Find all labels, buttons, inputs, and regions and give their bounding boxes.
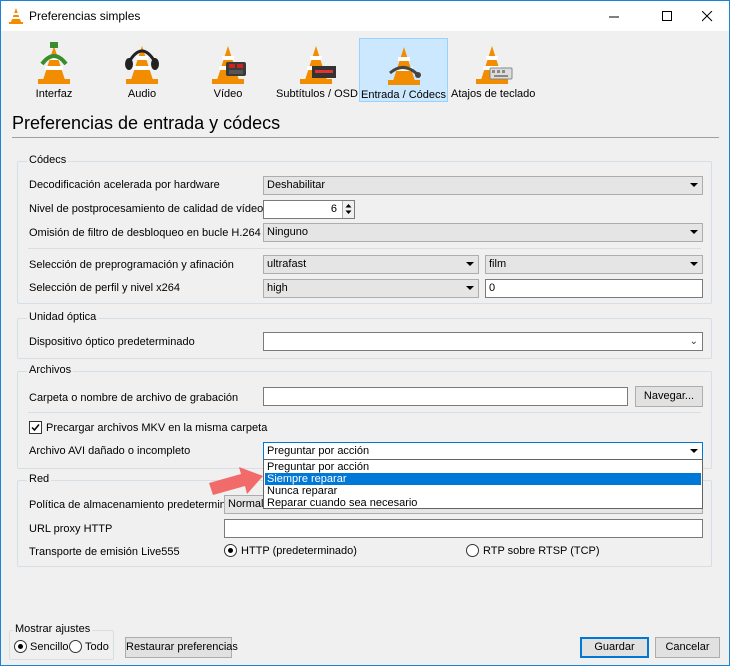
mkv-preload-label: Precargar archivos MKV en la misma carpe… bbox=[46, 422, 268, 434]
live555-label: Transporte de emisión Live555 bbox=[29, 546, 180, 558]
tab-audio[interactable]: Audio bbox=[105, 38, 179, 102]
tab-subtitles-osd[interactable]: Subtítulos / OSD bbox=[276, 38, 358, 102]
rtsp-transport-label: RTP sobre RTSP (TCP) bbox=[483, 545, 600, 557]
simple-mode-radio[interactable] bbox=[14, 640, 27, 653]
all-mode-radio[interactable] bbox=[69, 640, 82, 653]
hotkeys-cone-icon bbox=[476, 46, 513, 84]
option-always-repair[interactable]: Siempre reparar bbox=[265, 473, 701, 485]
mkv-preload-checkbox[interactable] bbox=[29, 421, 42, 434]
show-settings-group: Mostrar ajustes Sencillo Todo bbox=[9, 623, 114, 660]
http-proxy-label: URL proxy HTTP bbox=[29, 523, 113, 535]
dropdown-arrow-icon bbox=[690, 183, 698, 187]
spin-arrows-icon[interactable] bbox=[342, 201, 354, 218]
files-separator bbox=[28, 412, 701, 413]
codecs-group: Códecs Decodificación acelerada por hard… bbox=[17, 154, 712, 304]
profile-select[interactable]: high bbox=[263, 279, 479, 298]
loop-filter-value: Ninguno bbox=[267, 226, 308, 238]
codecs-separator bbox=[28, 248, 701, 249]
video-cone-icon bbox=[212, 46, 246, 84]
profile-label: Selección de perfil y nivel x264 bbox=[29, 282, 181, 294]
codecs-group-title: Códecs bbox=[27, 154, 69, 166]
option-never-repair[interactable]: Nunca reparar bbox=[265, 485, 701, 497]
tab-hotkeys-label: Atajos de teclado bbox=[451, 88, 536, 100]
title-bar[interactable]: Preferencias simples bbox=[1, 1, 729, 31]
optical-group-title: Unidad óptica bbox=[27, 311, 99, 323]
avi-repair-dropdown-list[interactable]: Preguntar por acción Siempre reparar Nun… bbox=[263, 459, 703, 509]
postproc-label: Nivel de postprocesamiento de calidad de… bbox=[29, 203, 264, 215]
tab-interface-label: Interfaz bbox=[35, 88, 73, 100]
rtsp-transport-radio[interactable] bbox=[466, 544, 479, 557]
level-input[interactable]: 0 bbox=[485, 279, 703, 298]
checkmark-icon bbox=[31, 424, 40, 432]
tab-input-codecs-label: Entrada / Códecs bbox=[361, 89, 446, 101]
option-ask[interactable]: Preguntar por acción bbox=[265, 461, 701, 473]
dropdown-arrow-icon bbox=[466, 286, 474, 290]
tab-hotkeys[interactable]: Atajos de teclado bbox=[451, 38, 536, 102]
show-settings-title: Mostrar ajustes bbox=[13, 623, 93, 635]
page-title: Preferencias de entrada y códecs bbox=[12, 113, 281, 133]
files-group: Archivos Carpeta o nombre de archivo de … bbox=[17, 364, 712, 469]
optical-device-select[interactable]: ⌄ bbox=[263, 332, 703, 351]
tune-value: film bbox=[489, 258, 507, 270]
chevron-down-icon: ⌄ bbox=[689, 336, 698, 347]
vlc-app-icon bbox=[9, 8, 23, 24]
tab-input-codecs[interactable]: Entrada / Códecs bbox=[359, 38, 448, 102]
avi-repair-label: Archivo AVI dañado o incompleto bbox=[29, 445, 191, 457]
files-group-title: Archivos bbox=[27, 364, 74, 376]
optical-group: Unidad óptica Dispositivo óptico predete… bbox=[17, 311, 712, 359]
tab-subtitles-osd-label: Subtítulos / OSD bbox=[276, 88, 358, 100]
record-folder-label: Carpeta o nombre de archivo de grabación bbox=[29, 392, 239, 404]
loop-filter-label: Omisión de filtro de desbloqueo en bucle… bbox=[29, 227, 261, 239]
subtitles-cone-icon bbox=[300, 46, 336, 84]
browse-button[interactable]: Navegar... bbox=[635, 386, 703, 407]
preferences-window: Preferencias simples Interfaz Audio Víde… bbox=[0, 0, 730, 666]
close-button[interactable] bbox=[684, 1, 730, 31]
option-repair-when-needed[interactable]: Reparar cuando sea necesario bbox=[265, 497, 701, 509]
postproc-spinbox[interactable]: 6 bbox=[263, 200, 355, 219]
minimize-button[interactable] bbox=[591, 1, 637, 31]
http-proxy-input[interactable] bbox=[224, 519, 703, 538]
loop-filter-select[interactable]: Ninguno bbox=[263, 223, 703, 242]
record-folder-input[interactable] bbox=[263, 387, 628, 406]
postproc-value: 6 bbox=[330, 203, 337, 215]
dropdown-arrow-icon bbox=[690, 449, 698, 453]
level-value: 0 bbox=[489, 282, 496, 294]
network-group-title: Red bbox=[27, 473, 52, 485]
title-divider bbox=[12, 137, 719, 138]
hw-decoding-value: Deshabilitar bbox=[267, 179, 326, 191]
simple-mode-label: Sencillo bbox=[30, 641, 69, 653]
dropdown-arrow-icon bbox=[690, 230, 698, 234]
audio-cone-headphones-icon bbox=[125, 46, 159, 84]
dropdown-arrow-icon bbox=[690, 262, 698, 266]
tab-interface[interactable]: Interfaz bbox=[17, 38, 91, 102]
save-button[interactable]: Guardar bbox=[580, 637, 649, 658]
close-icon bbox=[701, 10, 712, 21]
hw-decoding-label: Decodificación acelerada por hardware bbox=[29, 179, 220, 191]
cancel-button[interactable]: Cancelar bbox=[655, 637, 720, 658]
maximize-icon bbox=[661, 10, 672, 21]
hw-decoding-select[interactable]: Deshabilitar bbox=[263, 176, 703, 195]
spin-up-down-icon bbox=[345, 204, 352, 214]
preset-value: ultrafast bbox=[267, 258, 307, 270]
dropdown-arrow-icon bbox=[466, 262, 474, 266]
preset-label: Selección de preprogramación y afinación bbox=[29, 259, 234, 271]
tab-video[interactable]: Vídeo bbox=[191, 38, 265, 102]
interface-cone-icon bbox=[38, 42, 70, 84]
avi-repair-value: Preguntar por acción bbox=[267, 445, 370, 457]
tab-video-label: Vídeo bbox=[213, 88, 243, 100]
reset-preferences-button[interactable]: Restaurar preferencias bbox=[125, 637, 238, 658]
all-mode-label: Todo bbox=[85, 641, 109, 653]
preset-select[interactable]: ultrafast bbox=[263, 255, 479, 274]
http-transport-label: HTTP (predeterminado) bbox=[241, 545, 357, 557]
window-title: Preferencias simples bbox=[29, 9, 141, 23]
http-transport-radio[interactable] bbox=[224, 544, 237, 557]
annotation-arrow-icon bbox=[209, 467, 263, 495]
minimize-icon bbox=[608, 16, 619, 17]
tune-select[interactable]: film bbox=[485, 255, 703, 274]
input-codecs-cone-icon bbox=[387, 47, 421, 85]
optical-device-label: Dispositivo óptico predeterminado bbox=[29, 336, 195, 348]
tab-audio-label: Audio bbox=[127, 88, 157, 100]
profile-value: high bbox=[267, 282, 288, 294]
